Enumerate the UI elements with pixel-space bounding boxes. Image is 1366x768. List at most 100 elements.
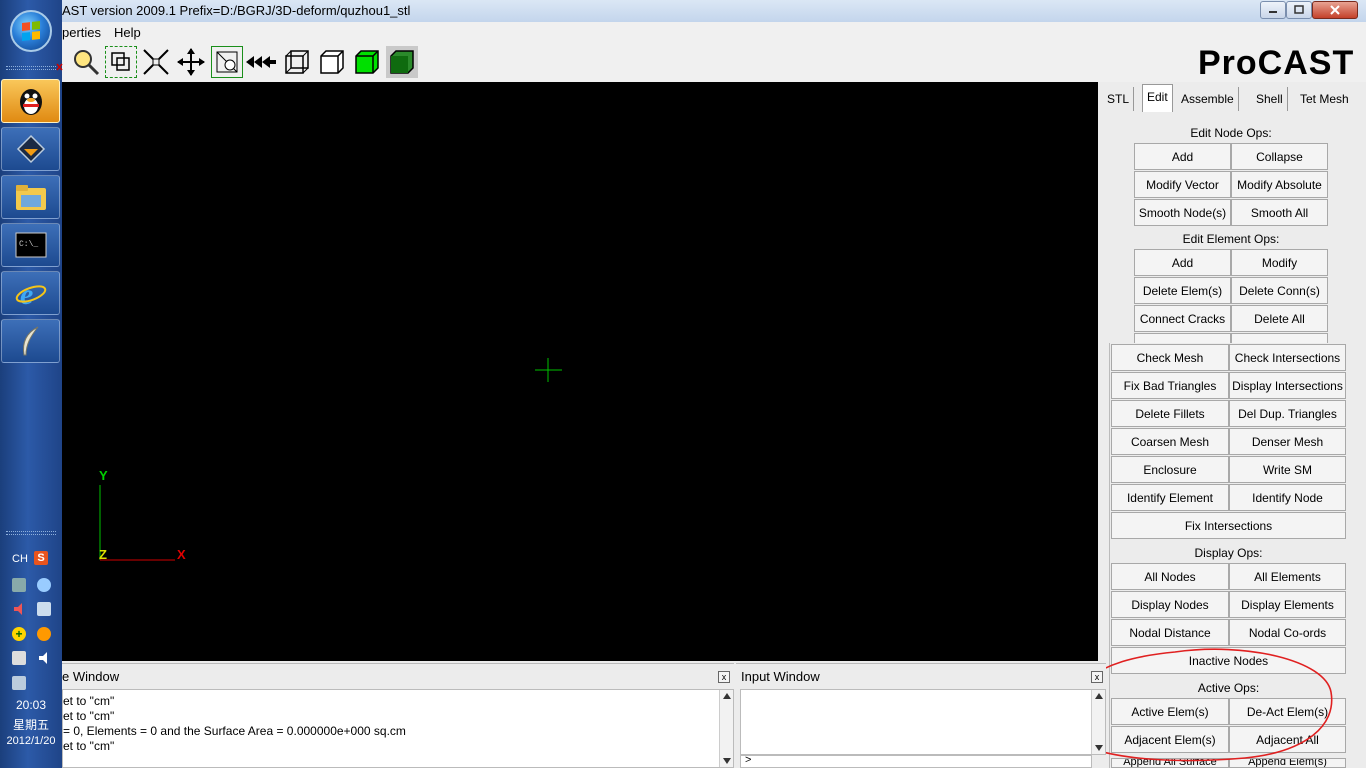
- denser-mesh-button[interactable]: Denser Mesh: [1229, 428, 1346, 455]
- network-computer-icon[interactable]: [37, 602, 51, 616]
- input-window-header: Input Window x: [736, 663, 1106, 689]
- smooth-all-button[interactable]: Smooth All: [1231, 199, 1328, 226]
- toolbar: [56, 42, 1366, 82]
- del-dup-triangles-button[interactable]: Del Dup. Triangles: [1229, 400, 1346, 427]
- coarsen-mesh-button[interactable]: Coarsen Mesh: [1111, 428, 1229, 455]
- taskbar-feather-button[interactable]: [1, 319, 60, 363]
- taskbar-app-button[interactable]: [1, 127, 60, 171]
- shaded-dark-green-box-icon[interactable]: [386, 46, 418, 78]
- clock-date[interactable]: 2012/1/20: [0, 735, 62, 747]
- fix-intersections-button[interactable]: Fix Intersections: [1111, 512, 1346, 539]
- svg-text:e: e: [20, 278, 33, 309]
- pan-icon[interactable]: [175, 46, 207, 78]
- modify-vector-button[interactable]: Modify Vector: [1134, 171, 1231, 198]
- display-ops-title: Display Ops:: [1194, 546, 1263, 560]
- windows-flag-icon: [22, 21, 40, 41]
- wireframe-box-icon[interactable]: [281, 46, 313, 78]
- delete-all-button[interactable]: Delete All: [1231, 305, 1328, 332]
- element-modify-button[interactable]: Modify: [1231, 249, 1328, 276]
- fit-icon[interactable]: [140, 46, 172, 78]
- connect-cracks-button[interactable]: Connect Cracks: [1134, 305, 1231, 332]
- menu-bar: perties Help: [62, 22, 1366, 42]
- log-line: et to "cm": [63, 709, 115, 723]
- modify-absolute-button[interactable]: Modify Absolute: [1231, 171, 1328, 198]
- hidden-line-box-icon[interactable]: [316, 46, 348, 78]
- node-collapse-button[interactable]: Collapse: [1231, 143, 1328, 170]
- tab-edit[interactable]: Edit: [1142, 84, 1173, 112]
- taskbar-qq-button[interactable]: [1, 79, 60, 123]
- check-mesh-button[interactable]: Check Mesh: [1111, 344, 1229, 371]
- message-window-close-icon[interactable]: x: [718, 671, 730, 683]
- check-intersections-button[interactable]: Check Intersections: [1229, 344, 1346, 371]
- close-button[interactable]: [1312, 1, 1358, 19]
- sogou-ime-icon[interactable]: S: [34, 551, 48, 565]
- minimize-button[interactable]: [1260, 1, 1286, 19]
- qq-penguin-icon: [14, 84, 48, 118]
- window-title: AST version 2009.1 Prefix=D:/BGRJ/3D-def…: [62, 3, 411, 18]
- zoom-icon[interactable]: [70, 46, 102, 78]
- tab-stl[interactable]: STL: [1103, 87, 1135, 111]
- speaker-icon[interactable]: [12, 602, 26, 616]
- network-globe-icon[interactable]: [37, 578, 51, 592]
- write-sm-button[interactable]: Write SM: [1229, 456, 1346, 483]
- input-window-title: Input Window: [741, 669, 820, 684]
- message-scrollbar[interactable]: [719, 690, 733, 767]
- identify-element-button[interactable]: Identify Element: [1111, 484, 1229, 511]
- procast-logo: ProCAST: [1198, 44, 1355, 82]
- taskbar-ie-button[interactable]: e: [1, 271, 60, 315]
- rotate-icon[interactable]: [211, 46, 243, 78]
- delete-elems-button[interactable]: Delete Elem(s): [1134, 277, 1231, 304]
- shaded-green-box-icon[interactable]: [351, 46, 383, 78]
- power-plug-icon[interactable]: [12, 651, 26, 665]
- message-window-body[interactable]: et to "cm" et to "cm" = 0, Elements = 0 …: [62, 689, 734, 768]
- graphics-viewport[interactable]: Y Z X: [62, 82, 1098, 661]
- display-nodes-button[interactable]: Display Nodes: [1111, 591, 1229, 618]
- tab-shell[interactable]: Shell: [1252, 87, 1288, 111]
- zoom-box-icon[interactable]: [105, 46, 137, 78]
- clock-day[interactable]: 星期五: [0, 716, 62, 733]
- axis-x-label: X: [177, 547, 186, 562]
- menu-properties[interactable]: perties: [62, 25, 101, 40]
- clock-time[interactable]: 20:03: [0, 698, 62, 712]
- message-window-title: e Window: [62, 669, 120, 684]
- close-icon: [1330, 5, 1340, 15]
- input-scrollbar[interactable]: [1091, 690, 1105, 754]
- fix-bad-triangles-button[interactable]: Fix Bad Triangles: [1111, 372, 1229, 399]
- delete-fillets-button[interactable]: Delete Fillets: [1111, 400, 1229, 427]
- title-bar: AST version 2009.1 Prefix=D:/BGRJ/3D-def…: [62, 0, 1366, 22]
- all-elements-button[interactable]: All Elements: [1229, 563, 1346, 590]
- edit-element-ops-title: Edit Element Ops:: [1182, 232, 1280, 246]
- input-window-body[interactable]: [740, 689, 1106, 755]
- input-window-close-icon[interactable]: x: [1091, 671, 1103, 683]
- log-line: et to "cm": [63, 694, 115, 708]
- tab-assemble[interactable]: Assemble: [1177, 87, 1239, 111]
- identify-node-button[interactable]: Identify Node: [1229, 484, 1346, 511]
- delete-conns-button[interactable]: Delete Conn(s): [1231, 277, 1328, 304]
- qq-tray-icon[interactable]: [37, 627, 51, 641]
- all-nodes-button[interactable]: All Nodes: [1111, 563, 1229, 590]
- tab-tet-mesh[interactable]: Tet Mesh: [1296, 87, 1353, 111]
- taskbar-explorer-button[interactable]: [1, 175, 60, 219]
- log-line: et to "cm": [63, 739, 115, 753]
- monitor-icon[interactable]: [12, 578, 26, 592]
- smooth-nodes-button[interactable]: Smooth Node(s): [1134, 199, 1231, 226]
- folder-icon: [14, 180, 48, 214]
- rewind-icon[interactable]: [245, 46, 277, 78]
- maximize-button[interactable]: [1286, 1, 1312, 19]
- command-input-field[interactable]: >: [740, 754, 1092, 768]
- display-intersections-button[interactable]: Display Intersections: [1229, 372, 1346, 399]
- command-prompt-icon: C:\_: [14, 228, 48, 262]
- language-indicator[interactable]: CH: [12, 553, 28, 565]
- volume-icon[interactable]: [37, 651, 51, 665]
- log-line: = 0, Elements = 0 and the Surface Area =…: [63, 724, 406, 738]
- display-icon[interactable]: [12, 676, 26, 690]
- start-button[interactable]: [10, 10, 52, 52]
- node-add-button[interactable]: Add: [1134, 143, 1231, 170]
- menu-help[interactable]: Help: [114, 25, 141, 40]
- feather-icon: [14, 324, 48, 358]
- enclosure-button[interactable]: Enclosure: [1111, 456, 1229, 483]
- add-icon[interactable]: +: [12, 627, 26, 641]
- element-add-button[interactable]: Add: [1134, 249, 1231, 276]
- taskbar-cmd-button[interactable]: C:\_: [1, 223, 60, 267]
- display-elements-button[interactable]: Display Elements: [1229, 591, 1346, 618]
